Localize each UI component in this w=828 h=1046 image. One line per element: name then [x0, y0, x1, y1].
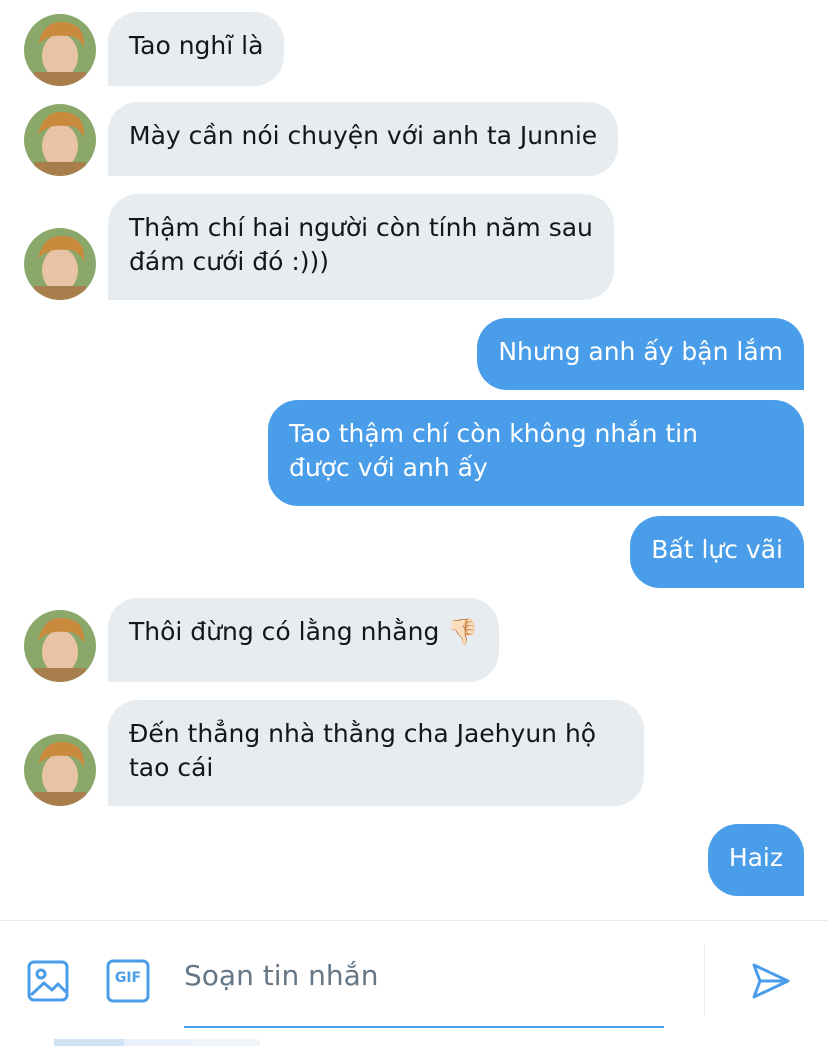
media-strip	[54, 1039, 260, 1046]
avatar[interactable]	[24, 734, 96, 806]
image-icon[interactable]	[26, 959, 70, 1003]
message-bubble-incoming[interactable]: Đến thẳng nhà thằng cha Jaehyun hộ tao c…	[108, 700, 644, 806]
message-bubble-incoming[interactable]: Mày cần nói chuyện với anh ta Junnie	[108, 102, 619, 176]
compose-input[interactable]: Soạn tin nhắn	[184, 959, 379, 992]
avatar[interactable]	[24, 104, 96, 176]
avatar[interactable]	[24, 14, 96, 86]
gif-label: GIF	[114, 970, 142, 986]
divider	[704, 945, 705, 1015]
message-bubble-outgoing[interactable]: Nhưng anh ấy bận lắm	[477, 318, 804, 390]
message-bubble-outgoing[interactable]: Haiz	[707, 824, 804, 896]
send-icon[interactable]	[748, 959, 792, 1003]
message-composer: GIF Soạn tin nhắn	[0, 920, 828, 1046]
message-bubble-outgoing[interactable]: Tao thậm chí còn không nhắn tin được với…	[268, 400, 804, 506]
gif-icon[interactable]: GIF	[106, 959, 150, 1003]
avatar[interactable]	[24, 610, 96, 682]
compose-input-underline	[184, 1026, 664, 1028]
avatar[interactable]	[24, 228, 96, 300]
message-bubble-incoming[interactable]: Tao nghĩ là	[108, 12, 285, 86]
message-bubble-incoming[interactable]: Thậm chí hai người còn tính năm sau đám …	[108, 194, 614, 300]
message-bubble-outgoing[interactable]: Bất lực vãi	[630, 516, 804, 588]
message-bubble-incoming[interactable]: Thôi đừng có lằng nhằng 👎🏻	[108, 598, 500, 682]
